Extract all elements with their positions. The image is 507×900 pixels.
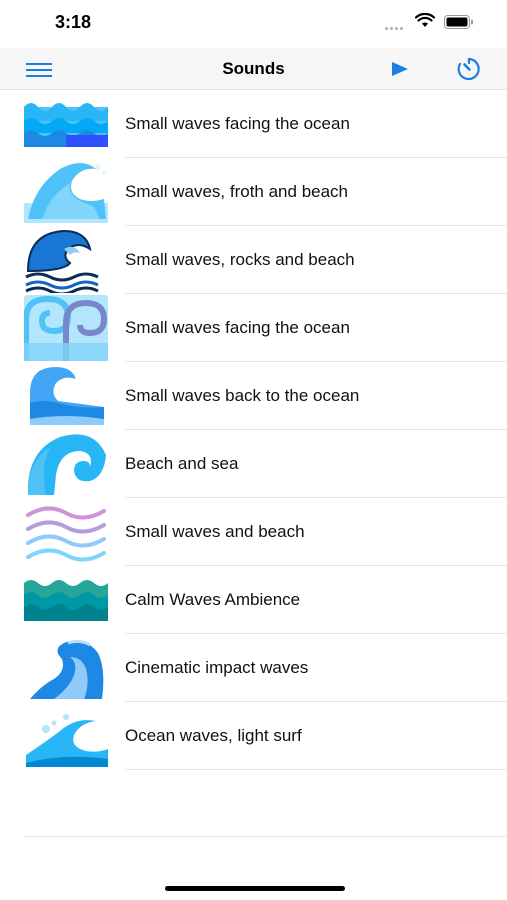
- timer-icon[interactable]: [455, 55, 483, 83]
- status-time: 3:18: [55, 12, 92, 32]
- sound-row[interactable]: Ocean waves, light surf: [0, 702, 507, 770]
- nav-bar: Sounds: [0, 48, 507, 90]
- list-footer-separator: [24, 836, 507, 837]
- page-title: Sounds: [222, 59, 285, 78]
- sound-title: Ocean waves, light surf: [125, 726, 302, 745]
- wifi-icon: [415, 13, 435, 27]
- sound-title: Small waves facing the ocean: [125, 114, 350, 133]
- sound-row[interactable]: Small waves facing the ocean: [0, 90, 507, 158]
- row-separator: [125, 769, 507, 770]
- home-indicator: [165, 886, 345, 891]
- sound-title: Small waves facing the ocean: [125, 318, 350, 337]
- sound-row[interactable]: Small waves facing the ocean: [0, 294, 507, 362]
- sound-row[interactable]: Beach and sea: [0, 430, 507, 498]
- sound-title: Small waves and beach: [125, 522, 305, 541]
- sound-row[interactable]: Small waves, froth and beach: [0, 158, 507, 226]
- sound-row[interactable]: Small waves and beach: [0, 498, 507, 566]
- ocean-waves-icon: [24, 103, 108, 147]
- sound-row[interactable]: Small waves, rocks and beach: [0, 226, 507, 294]
- sound-title: Beach and sea: [125, 454, 239, 473]
- sound-list: Small waves facing the ocean Small waves…: [0, 90, 507, 770]
- impact-wave-icon: [30, 639, 104, 699]
- calm-waves-icon: [24, 580, 108, 621]
- sound-title: Cinematic impact waves: [125, 658, 309, 677]
- sound-row[interactable]: Cinematic impact waves: [0, 634, 507, 702]
- rolling-wave-icon: [30, 367, 104, 425]
- cellular-signal-icon: [385, 17, 405, 35]
- breaking-wave-icon: [24, 163, 108, 223]
- wavy-lines-icon: [26, 506, 106, 562]
- big-wave-icon: [27, 434, 107, 495]
- status-bar: 3:18: [0, 0, 507, 48]
- battery-icon: [444, 15, 473, 29]
- surf-wave-icon: [26, 714, 108, 767]
- sound-title: Small waves back to the ocean: [125, 386, 360, 405]
- curling-wave-icon: [25, 229, 99, 293]
- sounds-screen: 3:18 Sounds Small waves facing the ocean…: [0, 0, 507, 900]
- sound-title: Small waves, rocks and beach: [125, 250, 355, 269]
- sound-row[interactable]: Calm Waves Ambience: [0, 566, 507, 634]
- sound-title: Calm Waves Ambience: [125, 590, 301, 609]
- play-icon[interactable]: [390, 59, 410, 79]
- sound-row[interactable]: Small waves back to the ocean: [0, 362, 507, 430]
- sound-title: Small waves, froth and beach: [125, 182, 349, 201]
- spiral-waves-icon: [24, 295, 108, 361]
